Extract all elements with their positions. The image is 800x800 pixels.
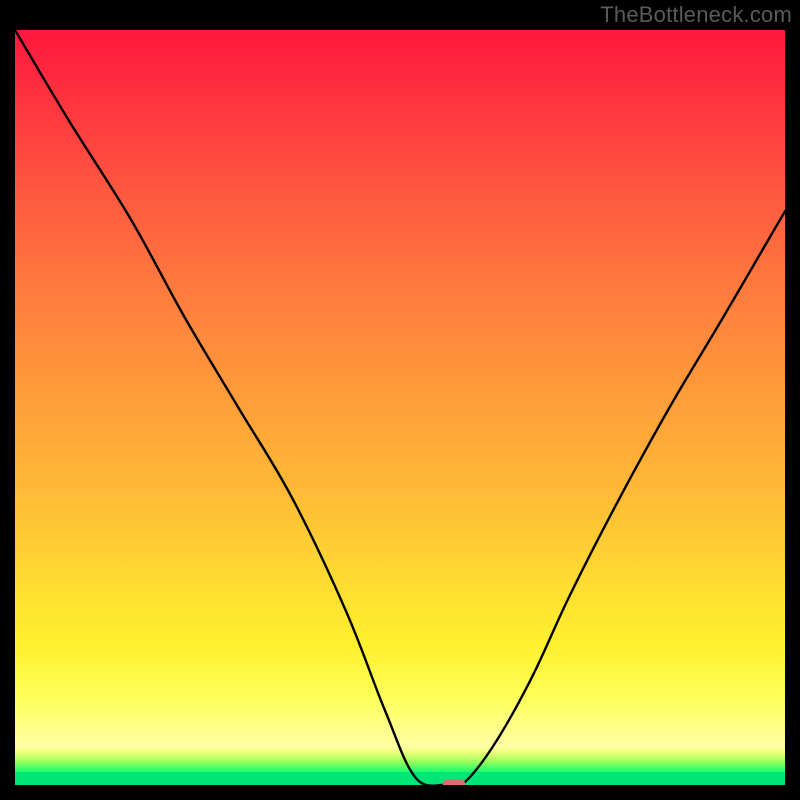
bottleneck-curve: [15, 30, 785, 785]
chart-frame: TheBottleneck.com: [0, 0, 800, 800]
watermark-text: TheBottleneck.com: [600, 2, 792, 28]
plot-area: [15, 30, 785, 785]
min-marker: [442, 780, 465, 786]
